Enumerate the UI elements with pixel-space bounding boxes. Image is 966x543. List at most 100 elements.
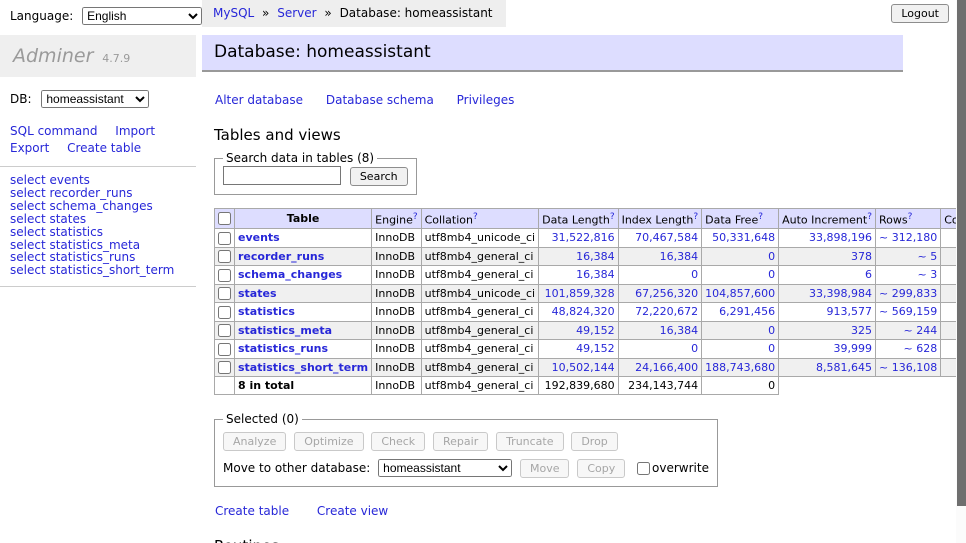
rows-count-link[interactable]: ~ 244 <box>876 321 941 340</box>
sidebar-item-select-events[interactable]: select events <box>10 174 196 187</box>
table-name-link[interactable]: statistics_runs <box>238 342 328 355</box>
sidebar-item-select-states[interactable]: select states <box>10 213 196 226</box>
table-name-link[interactable]: statistics_short_term <box>238 361 368 374</box>
rows-count-link[interactable]: ~ 5 <box>876 247 941 266</box>
breadcrumb-link-server[interactable]: Server <box>277 6 316 20</box>
engine-cell: InnoDB <box>372 321 421 340</box>
column-header-collation: Collation? <box>421 208 538 229</box>
row-checkbox[interactable] <box>218 287 231 300</box>
column-header-index-length: Index Length? <box>618 208 702 229</box>
row-checkbox[interactable] <box>218 269 231 282</box>
column-header-auto-increment: Auto Increment? <box>779 208 876 229</box>
create-view-link[interactable]: Create view <box>317 504 388 518</box>
table-row: states InnoDB utf8mb4_unicode_ci 101,859… <box>215 284 966 303</box>
collation-cell: utf8mb4_general_ci <box>421 358 538 377</box>
data-length-cell: 48,824,320 <box>539 303 618 322</box>
table-name-link[interactable]: statistics_meta <box>238 324 332 337</box>
column-header-engine: Engine? <box>372 208 421 229</box>
select-all-checkbox[interactable] <box>218 212 231 225</box>
auto-increment-cell: 39,999 <box>779 340 876 359</box>
db-select[interactable]: homeassistant <box>41 90 149 108</box>
data-length-help-link[interactable]: ? <box>610 212 615 222</box>
table-row: statistics_meta InnoDB utf8mb4_general_c… <box>215 321 966 340</box>
index-length-cell: 16,384 <box>618 321 702 340</box>
sidebar-item-export[interactable]: Export <box>10 141 49 155</box>
rows-count-link[interactable]: ~ 136,108 <box>876 358 941 377</box>
sidebar-item-select-statistics-short-term[interactable]: select statistics_short_term <box>10 264 196 277</box>
data-free-cell: 50,331,648 <box>702 229 779 248</box>
collation-cell: utf8mb4_general_ci <box>421 266 538 285</box>
total-collation-cell: utf8mb4_general_ci <box>421 377 538 395</box>
check-button: Check <box>371 432 425 451</box>
tables-overview-table: Table Engine? Collation? Data Length? In… <box>214 208 966 396</box>
sidebar-tables-list: select events select recorder_runs selec… <box>10 174 196 277</box>
rows-help-link[interactable]: ? <box>908 212 913 222</box>
rows-count-link[interactable]: ~ 312,180 <box>876 229 941 248</box>
sidebar-divider-bottom <box>0 286 196 287</box>
breadcrumb-separator: » <box>262 6 269 20</box>
search-input[interactable] <box>223 166 341 185</box>
table-name-link[interactable]: events <box>238 231 280 244</box>
data-length-cell: 31,522,816 <box>539 229 618 248</box>
sidebar-item-select-statistics[interactable]: select statistics <box>10 226 196 239</box>
index-length-cell: 72,220,672 <box>618 303 702 322</box>
move-to-database-label: Move to other database: <box>223 461 370 475</box>
index-length-help-link[interactable]: ? <box>693 212 698 222</box>
total-engine-cell: InnoDB <box>372 377 421 395</box>
create-links: Create table Create view <box>215 504 966 518</box>
index-length-cell: 24,166,400 <box>618 358 702 377</box>
select-all-cell <box>215 208 235 229</box>
vertical-scrollbar[interactable] <box>956 0 966 543</box>
selected-fieldset: Selected (0) Analyze Optimize Check Repa… <box>214 412 718 487</box>
optimize-button: Optimize <box>294 432 363 451</box>
data-free-help-link[interactable]: ? <box>758 212 763 222</box>
privileges-link[interactable]: Privileges <box>457 93 515 107</box>
search-button[interactable]: Search <box>350 167 408 186</box>
row-checkbox[interactable] <box>218 361 231 374</box>
language-select[interactable]: English <box>82 7 202 25</box>
scrollbar-thumb[interactable] <box>957 0 966 506</box>
index-length-cell: 16,384 <box>618 247 702 266</box>
table-name-link[interactable]: states <box>238 287 277 300</box>
column-header-data-length: Data Length? <box>539 208 618 229</box>
breadcrumb-link-mysql[interactable]: MySQL <box>213 6 254 20</box>
db-form: DB: homeassistant <box>0 77 196 108</box>
table-name-link[interactable]: statistics <box>238 305 295 318</box>
rows-count-link[interactable]: ~ 3 <box>876 266 941 285</box>
overwrite-checkbox[interactable] <box>637 462 650 475</box>
engine-cell: InnoDB <box>372 303 421 322</box>
row-checkbox[interactable] <box>218 250 231 263</box>
sidebar-item-import[interactable]: Import <box>115 124 155 138</box>
data-length-cell: 101,859,328 <box>539 284 618 303</box>
table-row: events InnoDB utf8mb4_unicode_ci 31,522,… <box>215 229 966 248</box>
sidebar-item-select-recorder-runs[interactable]: select recorder_runs <box>10 187 196 200</box>
sidebar-item-create-table[interactable]: Create table <box>67 141 141 155</box>
main-content: MySQL » Server » Database: homeassistant… <box>202 0 966 543</box>
row-checkbox[interactable] <box>218 306 231 319</box>
engine-cell: InnoDB <box>372 340 421 359</box>
engine-cell: InnoDB <box>372 358 421 377</box>
data-free-cell: 188,743,680 <box>702 358 779 377</box>
engine-help-link[interactable]: ? <box>413 212 418 222</box>
sidebar-item-select-schema-changes[interactable]: select schema_changes <box>10 200 196 213</box>
auto-increment-help-link[interactable]: ? <box>867 212 872 222</box>
table-name-link[interactable]: recorder_runs <box>238 250 324 263</box>
row-checkbox[interactable] <box>218 343 231 356</box>
table-name-link[interactable]: schema_changes <box>238 268 342 281</box>
sidebar-item-sql-command[interactable]: SQL command <box>10 124 97 138</box>
rows-count-link[interactable]: ~ 299,833 <box>876 284 941 303</box>
data-length-cell: 49,152 <box>539 321 618 340</box>
sidebar-actions: SQL command Import Export Create table <box>10 123 186 157</box>
alter-database-link[interactable]: Alter database <box>215 93 303 107</box>
move-database-select[interactable]: homeassistant <box>378 459 512 477</box>
total-data-length-cell: 192,839,680 <box>539 377 618 395</box>
row-checkbox[interactable] <box>218 232 231 245</box>
collation-cell: utf8mb4_general_ci <box>421 303 538 322</box>
rows-count-link[interactable]: ~ 569,159 <box>876 303 941 322</box>
rows-count-link[interactable]: ~ 628 <box>876 340 941 359</box>
row-checkbox[interactable] <box>218 324 231 337</box>
database-schema-link[interactable]: Database schema <box>326 93 434 107</box>
app-name: Adminer <box>13 45 93 67</box>
create-table-link[interactable]: Create table <box>215 504 289 518</box>
collation-help-link[interactable]: ? <box>473 212 478 222</box>
